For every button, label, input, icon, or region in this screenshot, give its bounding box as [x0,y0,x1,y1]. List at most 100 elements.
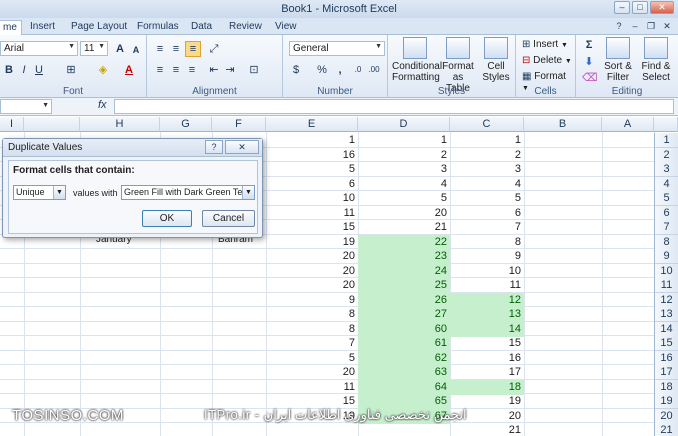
cell-d10[interactable]: 24 [358,263,450,279]
tab-home[interactable]: me [0,20,22,35]
cell-e15[interactable]: 7 [266,336,358,351]
row-header-3[interactable]: 3 [654,162,678,177]
font-name-box[interactable]: Arial ▼ [0,41,78,56]
tab-formulas[interactable]: Formulas [133,20,183,35]
row-header-21[interactable]: 21 [654,423,678,436]
autosum-icon[interactable]: Σ [582,38,596,52]
column-header-i[interactable]: I [0,117,24,132]
tab-review[interactable]: Review [225,20,266,35]
cell-d6[interactable]: 20 [358,206,450,221]
ok-button[interactable]: OK [142,210,192,227]
align-middle-icon[interactable]: ≡ [169,42,183,56]
row-header-6[interactable]: 6 [654,205,678,221]
name-box[interactable]: ▼ [0,99,52,114]
cell-c15[interactable]: 15 [450,336,524,351]
select-all-corner[interactable] [654,117,678,132]
cell-e13[interactable]: 8 [266,307,358,322]
conditional-formatting-button[interactable]: Conditional Formatting [392,37,442,83]
cell-styles-button[interactable]: Cell Styles [480,37,512,83]
percent-icon[interactable]: % [315,63,329,77]
tab-insert[interactable]: Insert [26,20,59,35]
row-header-2[interactable]: 2 [654,147,678,163]
row-header-16[interactable]: 16 [654,350,678,366]
sort-filter-button[interactable]: Sort & Filter [600,37,636,83]
help-icon[interactable]: ? [612,20,626,32]
dialog-help-button[interactable]: ? [205,140,223,154]
row-header-18[interactable]: 18 [654,379,678,395]
column-header-h[interactable]: H [80,117,160,132]
cell-d16[interactable]: 62 [358,350,450,366]
row-header-5[interactable]: 5 [654,191,678,206]
cancel-button[interactable]: Cancel [202,210,255,227]
cell-e11[interactable]: 20 [266,278,358,293]
cell-c6[interactable]: 6 [450,206,524,221]
column-header-e[interactable]: E [266,117,358,132]
cell-c4[interactable]: 4 [450,177,524,192]
insert-cells-button[interactable]: ⊞ Insert ▼ [522,39,568,50]
italic-icon[interactable]: I [17,63,31,77]
row-header-8[interactable]: 8 [654,234,678,250]
decrease-indent-icon[interactable]: ⇤ [207,63,221,77]
column-header-d[interactable]: D [358,117,450,132]
column-header-c[interactable]: C [450,117,524,132]
column-header-f[interactable]: F [212,117,266,132]
minimize-icon[interactable]: ‒ [628,20,642,32]
align-right-icon[interactable]: ≡ [185,63,199,77]
cell-d12[interactable]: 26 [358,292,450,308]
cell-d11[interactable]: 25 [358,278,450,293]
align-top-icon[interactable]: ≡ [153,42,167,56]
align-center-icon[interactable]: ≡ [169,63,183,77]
number-format-box[interactable]: General ▼ [289,41,385,56]
cell-d8[interactable]: 22 [358,234,450,250]
bold-icon[interactable]: B [2,63,16,77]
cell-d3[interactable]: 3 [358,162,450,177]
cell-e14[interactable]: 8 [266,322,358,337]
formula-input[interactable] [114,99,674,114]
close-icon[interactable]: ✕ [660,20,674,32]
cell-d18[interactable]: 64 [358,379,450,395]
font-size-box[interactable]: 11 ▼ [80,41,108,56]
cell-e1[interactable]: 1 [266,133,358,148]
cell-c18[interactable]: 18 [450,379,524,395]
cell-e17[interactable]: 20 [266,365,358,380]
increase-indent-icon[interactable]: ⇥ [223,63,237,77]
cell-c7[interactable]: 7 [450,220,524,235]
orientation-icon[interactable]: ⤢ [207,42,221,56]
cell-e9[interactable]: 20 [266,249,358,264]
cell-c21[interactable]: 21 [450,423,524,436]
unique-duplicate-select[interactable]: Unique ▼ [13,185,66,200]
align-left-icon[interactable]: ≡ [153,63,167,77]
shrink-font-icon[interactable]: A [129,43,143,57]
format-style-select[interactable]: Green Fill with Dark Green Text ▼ [121,185,255,200]
row-header-1[interactable]: 1 [654,133,678,148]
cell-c17[interactable]: 17 [450,365,524,380]
column-header-b[interactable]: B [524,117,602,132]
cell-e6[interactable]: 11 [266,206,358,221]
clear-icon[interactable]: ⌫ [582,71,598,85]
cell-d4[interactable]: 4 [358,177,450,192]
border-icon[interactable]: ⊞ [64,63,78,77]
find-select-button[interactable]: Find & Select [638,37,674,83]
currency-icon[interactable]: $ [289,63,303,77]
increase-decimal-icon[interactable]: .0 [351,63,365,77]
row-header-4[interactable]: 4 [654,176,678,192]
tab-page-layout[interactable]: Page Layout [67,20,131,35]
restore-button[interactable]: □ [632,1,648,14]
cell-d5[interactable]: 5 [358,191,450,206]
tab-view[interactable]: View [271,20,301,35]
fill-icon[interactable]: ⬇ [582,55,596,69]
cell-c11[interactable]: 11 [450,278,524,293]
cell-d2[interactable]: 2 [358,148,450,163]
cell-d14[interactable]: 60 [358,321,450,337]
cell-d15[interactable]: 61 [358,336,450,351]
row-header-14[interactable]: 14 [654,321,678,337]
cell-c3[interactable]: 3 [450,162,524,177]
cell-d13[interactable]: 27 [358,307,450,322]
cell-d17[interactable]: 63 [358,365,450,380]
column-header-blank[interactable] [24,117,80,132]
insert-function-icon[interactable]: fx [98,99,107,111]
row-header-10[interactable]: 10 [654,263,678,279]
font-color-icon[interactable]: A [122,63,136,77]
merge-center-icon[interactable]: ⊡ [247,63,261,77]
cell-c14[interactable]: 14 [450,321,524,337]
